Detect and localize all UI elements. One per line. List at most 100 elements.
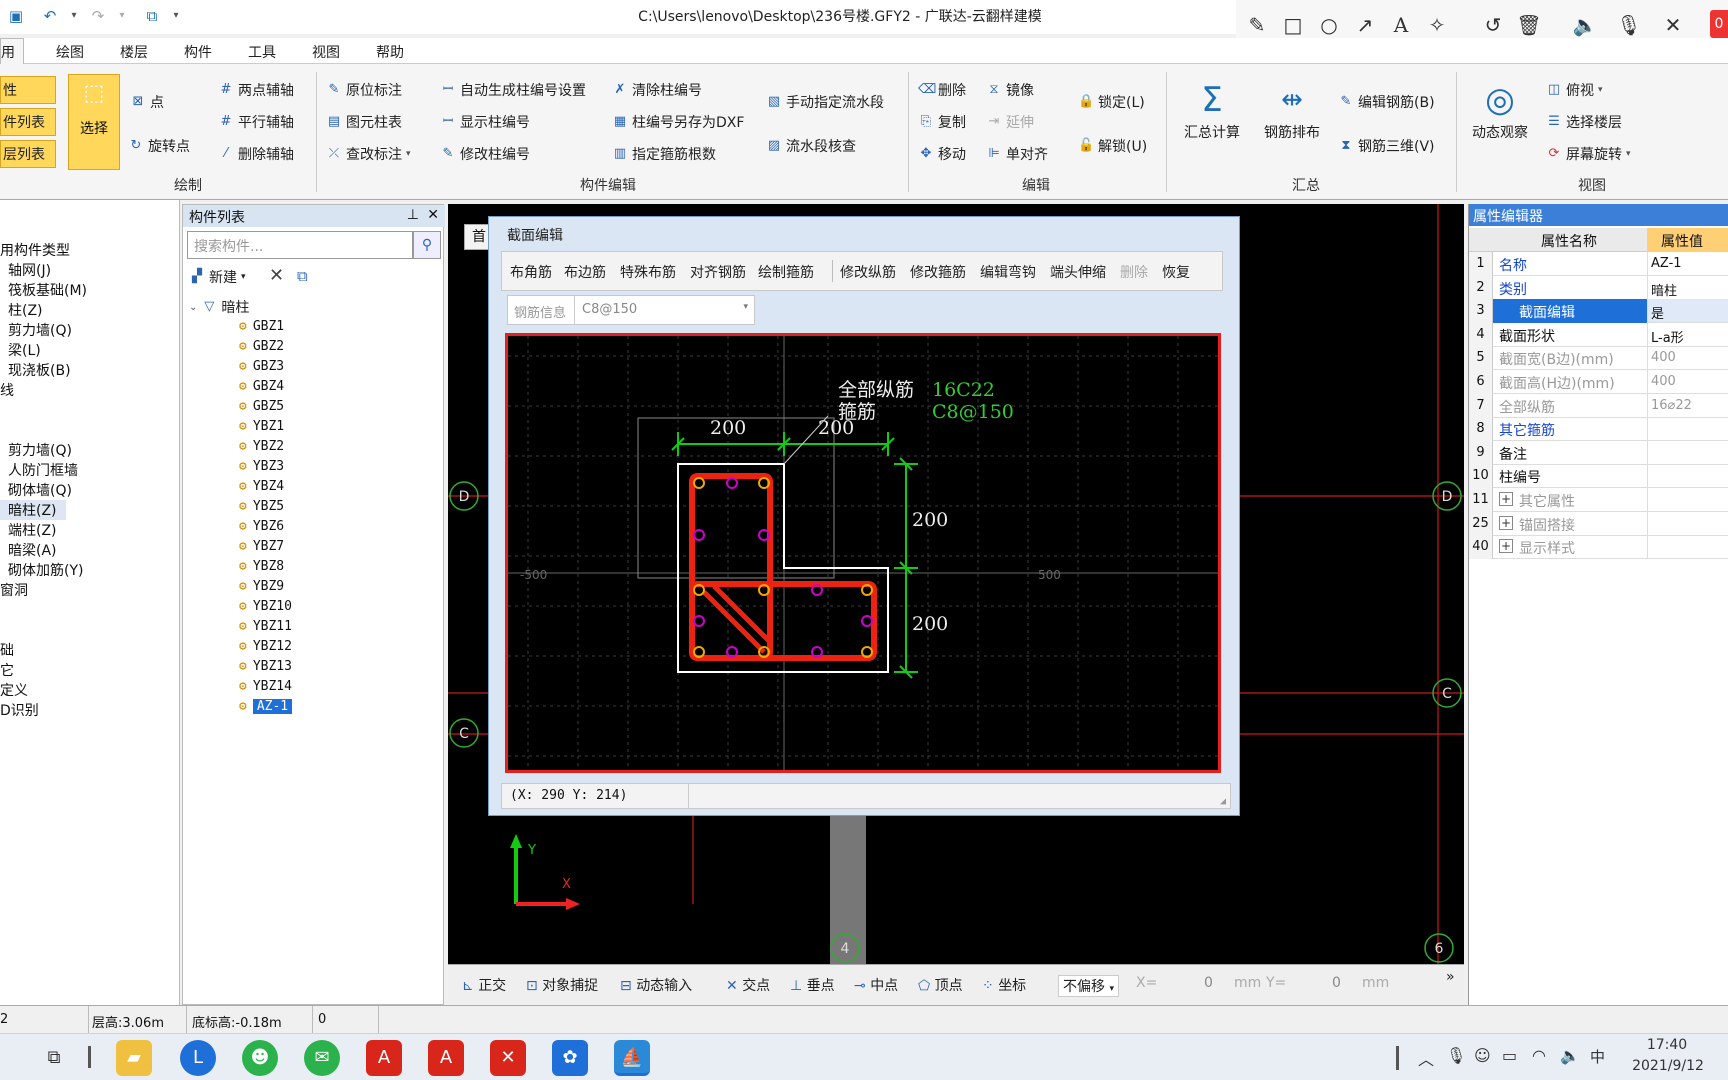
menu-common[interactable]: 用 <box>0 38 24 64</box>
stirrup-count-button[interactable]: ▥ 指定箍筋根数 <box>612 144 716 164</box>
tool-align-rebar[interactable]: 对齐钢筋 <box>690 262 746 282</box>
offset-select[interactable]: 不偏移 ▾ <box>1058 975 1119 997</box>
component-item[interactable]: ⚙ YBZ6 <box>239 519 284 534</box>
menu-view[interactable]: 视图 <box>312 42 340 62</box>
property-row[interactable]: 7 全部纵筋 16⌀22 <box>1469 393 1728 418</box>
tool-draw-stirrup[interactable]: 绘制箍筋 <box>758 262 814 282</box>
tree-item[interactable]: 梁(L) <box>8 340 41 360</box>
screen-rotate-button[interactable]: ⟳ 屏幕旋转 ▾ <box>1546 144 1631 164</box>
tool-special-rebar[interactable]: 特殊布筋 <box>620 262 676 282</box>
battery-icon[interactable]: ▭ <box>1502 1046 1517 1065</box>
new-component-button[interactable]: ▞ 新建 ▾ <box>189 267 246 287</box>
tool-modify-long-rebar[interactable]: 修改纵筋 <box>840 262 896 282</box>
tool-corner-rebar[interactable]: 布角筋 <box>510 262 552 282</box>
qq-icon[interactable]: ☺ <box>1474 1046 1491 1065</box>
component-item[interactable]: ⚙ YBZ13 <box>239 659 292 674</box>
clock-date[interactable]: 2021/9/12 <box>1616 1058 1720 1074</box>
wechat-icon[interactable]: ✉ <box>304 1040 340 1076</box>
component-item[interactable]: ⚙ YBZ10 <box>239 599 292 614</box>
tool-restore[interactable]: 恢复 <box>1162 262 1190 282</box>
coordinate-snap[interactable]: ⁘ 坐标 <box>982 975 1026 995</box>
glodon-icon[interactable]: ✿ <box>552 1040 588 1076</box>
dynamic-input-toggle[interactable]: ⊟ 动态输入 <box>620 975 692 995</box>
pin-icon[interactable]: ⊥ <box>407 207 419 223</box>
highlighter-icon[interactable]: ✧ <box>1424 12 1450 38</box>
rebar-arrange-button[interactable]: ⇹ 钢筋排布 <box>1256 78 1328 142</box>
tree-item[interactable]: D识别 <box>0 700 39 720</box>
dynamic-view-button[interactable]: ◎ 动态观察 <box>1464 78 1536 142</box>
save-dxf-button[interactable]: ▦ 柱编号另存为DXF <box>612 112 745 132</box>
glodon-fanyang-icon[interactable]: ⛵ <box>614 1040 650 1076</box>
parallel-aux-button[interactable]: # 平行辅轴 <box>218 112 294 132</box>
component-item[interactable]: ⚙ YBZ14 <box>239 679 292 694</box>
y-input[interactable]: 0 <box>1332 975 1341 991</box>
tree-item[interactable]: 窗洞 <box>0 580 28 600</box>
undo-annotation-icon[interactable]: ↺ <box>1480 12 1506 38</box>
delete-aux-button[interactable]: ⁄ 删除辅轴 <box>218 144 294 164</box>
menu-floor[interactable]: 楼层 <box>120 42 148 62</box>
component-item[interactable]: ⚙ GBZ3 <box>239 359 284 374</box>
intersection-snap[interactable]: ✕ 交点 <box>726 975 770 995</box>
redo-dropdown-icon[interactable]: ▾ <box>112 6 132 26</box>
window-switch-dropdown-icon[interactable]: ▾ <box>166 6 186 26</box>
component-item[interactable]: ⚙ YBZ7 <box>239 539 284 554</box>
tree-item[interactable]: 柱(Z) <box>8 300 43 320</box>
menu-tools[interactable]: 工具 <box>248 42 276 62</box>
property-row[interactable]: 6 截面高(H边)(mm) 400 <box>1469 370 1728 394</box>
property-value[interactable]: 16⌀22 <box>1651 398 1692 413</box>
component-item[interactable]: ⚙ GBZ4 <box>239 379 284 394</box>
wifi-icon[interactable]: ◠ <box>1532 1046 1546 1065</box>
properties-button[interactable]: 性 <box>0 76 56 104</box>
ortho-toggle[interactable]: ⊾ 正交 <box>462 975 506 995</box>
modify-col-number-button[interactable]: ✎ 修改柱编号 <box>440 144 530 164</box>
component-item[interactable]: ⚙ YBZ1 <box>239 419 284 434</box>
object-snap-toggle[interactable]: ⊡ 对象捕捉 <box>526 975 598 995</box>
all-rebar-value[interactable]: 16C22 <box>932 379 995 401</box>
tree-item[interactable]: 剪力墙(Q) <box>8 440 72 460</box>
text-icon[interactable]: A <box>1388 12 1414 38</box>
menu-component[interactable]: 构件 <box>184 42 212 62</box>
component-item[interactable]: ⚙ YBZ5 <box>239 499 284 514</box>
property-value[interactable]: 400 <box>1651 350 1676 365</box>
rebar-info-field[interactable]: 钢筋信息 C8@150 ▾ <box>507 295 755 325</box>
mic-icon[interactable]: 🎙 <box>1616 12 1642 38</box>
property-value[interactable]: 是 <box>1651 303 1664 322</box>
undo-dropdown-icon[interactable]: ▾ <box>64 6 84 26</box>
file-explorer-icon[interactable]: ▰ <box>116 1040 152 1076</box>
property-row[interactable]: 25 锚固搭接 + <box>1469 511 1728 536</box>
copy-component-icon[interactable]: ⧉ <box>297 267 308 285</box>
tree-item[interactable]: 础 <box>0 640 14 660</box>
tool-delete[interactable]: 删除 <box>1120 262 1148 282</box>
store-icon[interactable]: ☻ <box>242 1040 278 1076</box>
search-input[interactable]: 搜索构件... <box>187 231 413 259</box>
property-row[interactable]: 9 备注 <box>1469 440 1728 465</box>
pencil-icon[interactable]: ✎ <box>1244 12 1270 38</box>
vertex-snap[interactable]: ⬠ 顶点 <box>918 975 963 995</box>
tree-item[interactable]: 现浇板(B) <box>8 360 71 380</box>
menu-help[interactable]: 帮助 <box>376 42 404 62</box>
component-item[interactable]: ⚙ GBZ1 <box>239 319 284 334</box>
mirror-button[interactable]: ⧖ 镜像 <box>986 80 1034 100</box>
expand-icon[interactable]: + <box>1499 515 1513 530</box>
select-floor-button[interactable]: ☰ 选择楼层 <box>1546 112 1622 132</box>
property-row[interactable]: 8 其它箍筋 <box>1469 417 1728 442</box>
clear-col-number-button[interactable]: ✗ 清除柱编号 <box>612 80 702 100</box>
expand-icon[interactable]: + <box>1499 492 1513 506</box>
sum-calc-button[interactable]: Σ 汇总计算 <box>1176 78 1248 142</box>
tool-modify-stirrup[interactable]: 修改箍筋 <box>910 262 966 282</box>
tree-item[interactable]: 线 <box>0 380 14 400</box>
property-row[interactable]: 1 名称 AZ-1 <box>1469 252 1728 276</box>
delete-component-icon[interactable]: ✕ <box>269 265 284 286</box>
close-icon[interactable]: ✕ <box>1660 12 1686 38</box>
circle-icon[interactable]: ○ <box>1316 12 1342 38</box>
window-switch-icon[interactable]: ⧉ <box>142 6 162 26</box>
browser-l-icon[interactable]: L <box>180 1040 216 1076</box>
property-row[interactable]: 2 类别 暗柱 <box>1469 275 1728 300</box>
component-item[interactable]: ⚙ YBZ8 <box>239 559 284 574</box>
more-icon[interactable]: » <box>1446 969 1455 985</box>
property-value[interactable]: 400 <box>1651 374 1676 389</box>
tree-item[interactable]: 定义 <box>0 680 28 700</box>
tree-item[interactable]: 筏板基础(M) <box>8 280 87 300</box>
task-view-icon[interactable]: ⧉ <box>36 1040 72 1076</box>
tool-edit-hook[interactable]: 编辑弯钩 <box>980 262 1036 282</box>
